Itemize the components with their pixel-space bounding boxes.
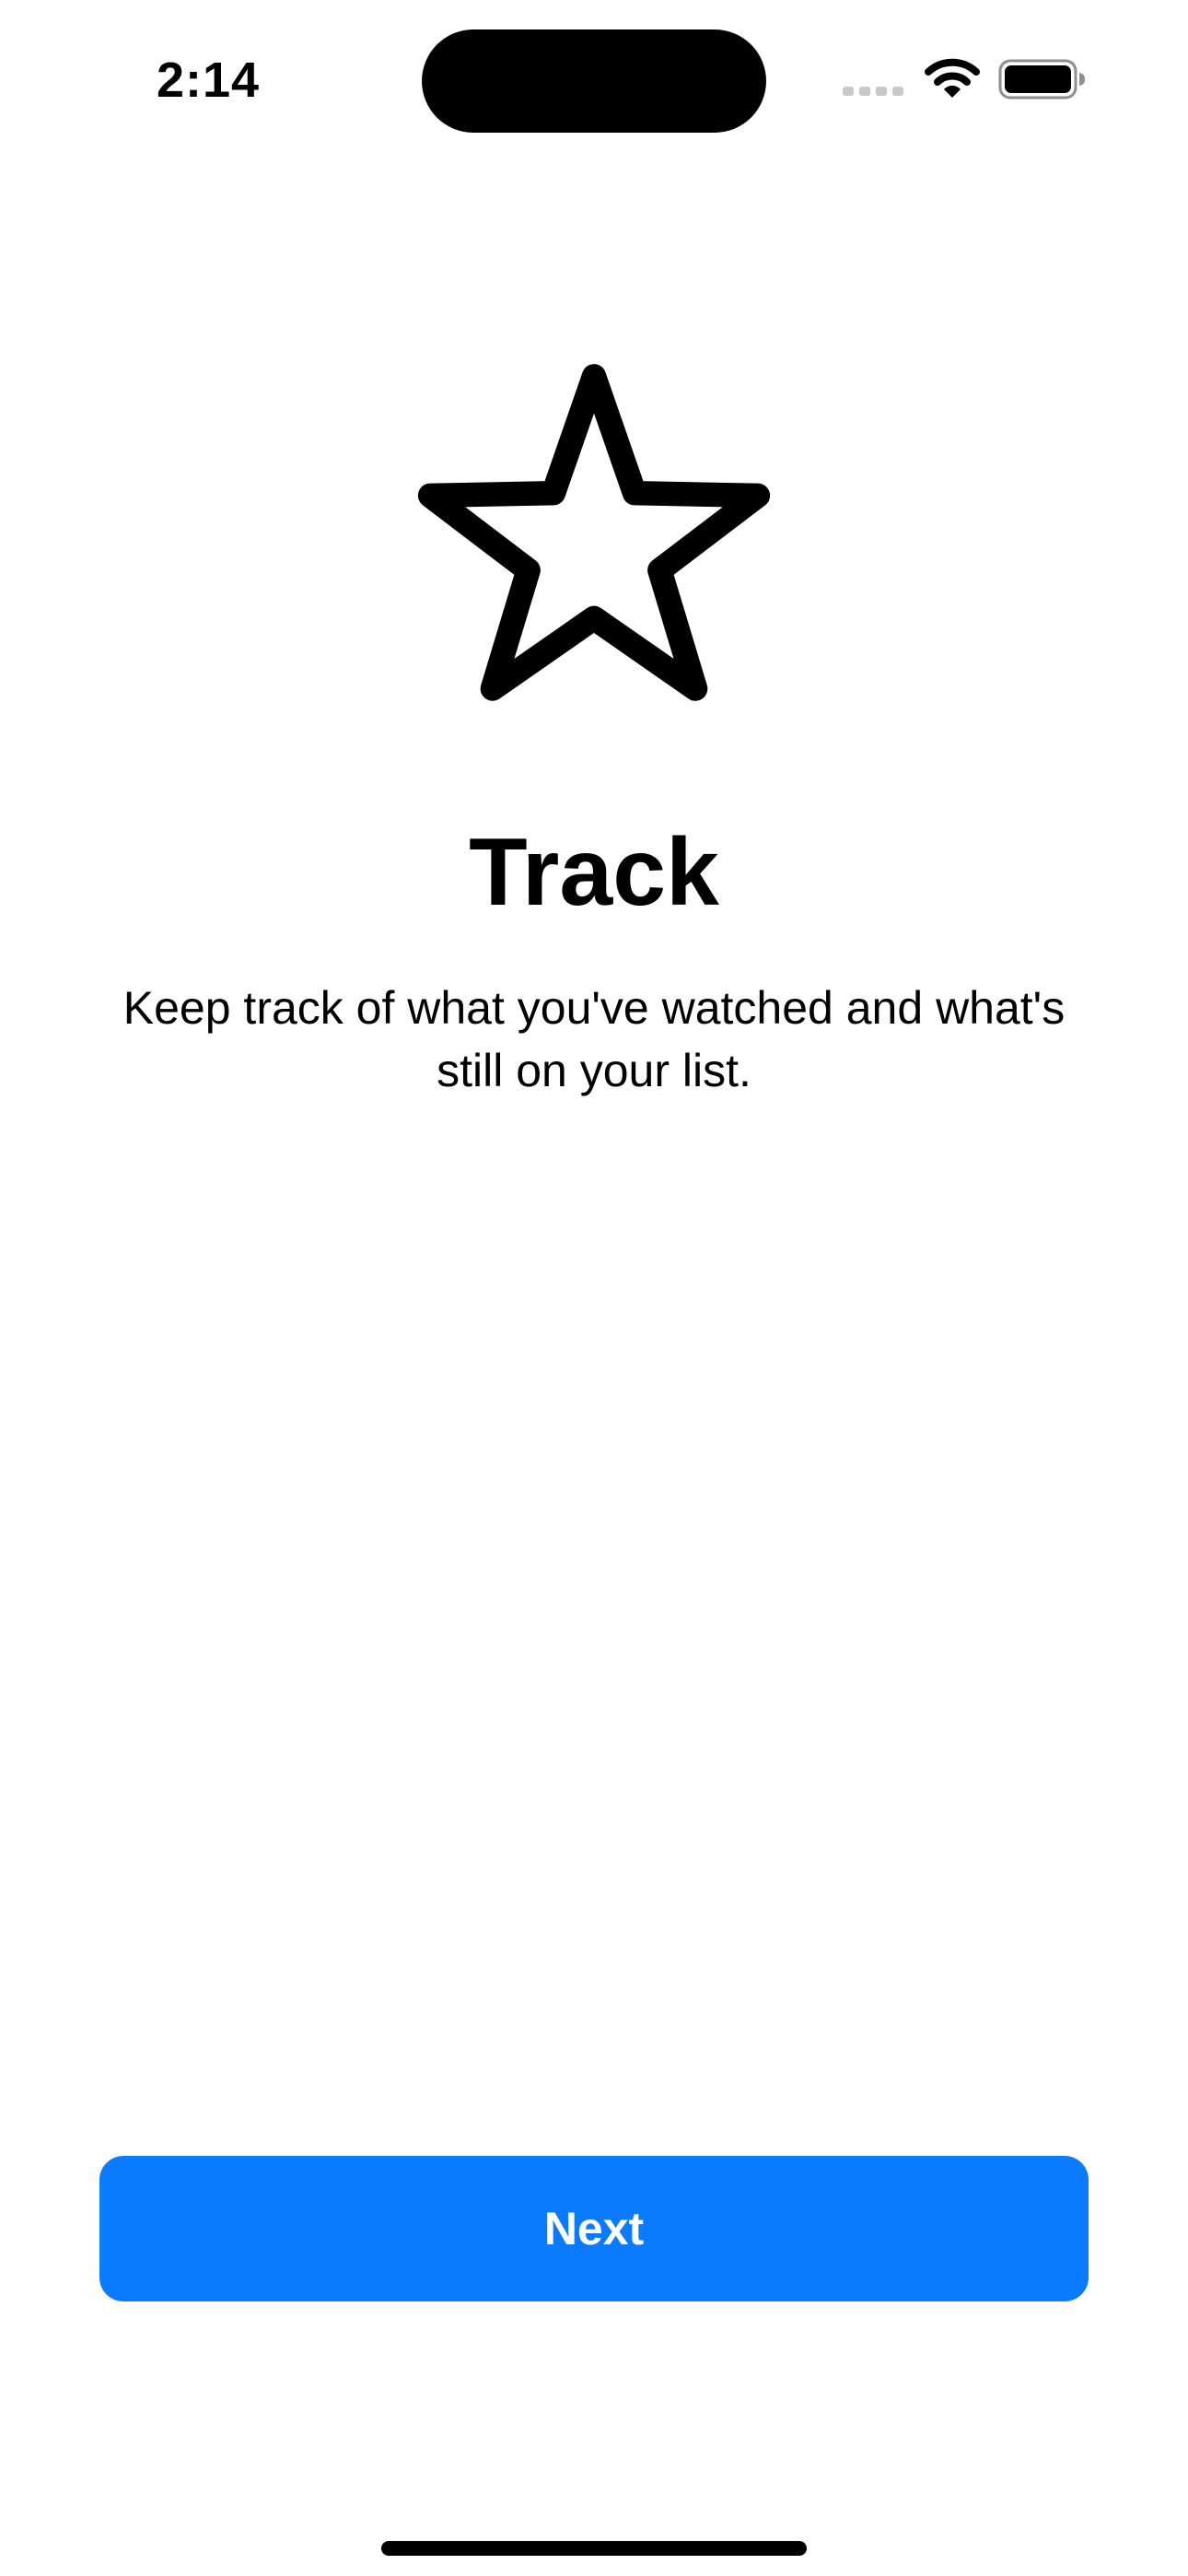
status-bar: 2:14 [0, 0, 1188, 157]
page-description: Keep track of what you've watched and wh… [122, 982, 1066, 1096]
wifi-icon [925, 58, 980, 98]
dynamic-island [422, 29, 766, 133]
battery-icon [998, 59, 1085, 100]
home-indicator[interactable] [381, 2541, 807, 2556]
cellular-icon [843, 87, 903, 96]
star-icon [417, 364, 771, 701]
next-button[interactable]: Next [99, 2156, 1089, 2301]
page-title: Track [469, 819, 719, 926]
status-time: 2:14 [157, 53, 261, 108]
